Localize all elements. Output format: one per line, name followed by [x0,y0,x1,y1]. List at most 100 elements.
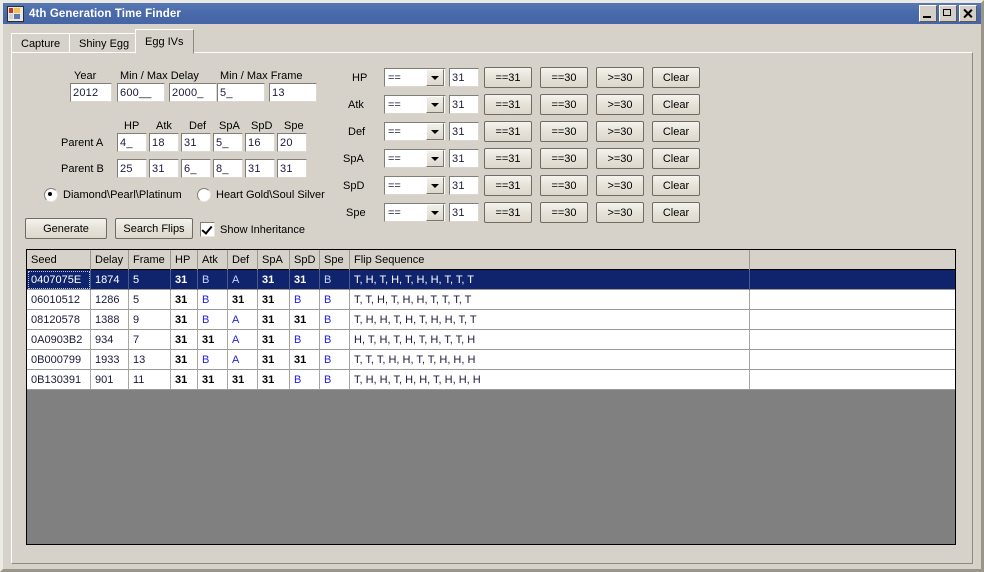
cell-hp: 31 [171,290,198,310]
filter-def-operator-select[interactable]: == [384,122,446,141]
parent-b-spd-input[interactable]: 31 [245,159,275,178]
parent-b-hp-input[interactable]: 25 [117,159,147,178]
cell-delay: 1874 [91,270,129,290]
radio-heart-gold-soul-silver[interactable]: Heart Gold\Soul Silver [197,188,325,202]
close-button[interactable] [959,5,977,22]
cell-flip-sequence: T, H, H, T, H, H, T, H, H, H [350,370,750,390]
filter-atk-preset-gte30[interactable]: >=30 [596,94,644,115]
filter-atk-clear-button[interactable]: Clear [652,94,700,115]
filter-def-preset-eq31[interactable]: ==31 [484,121,532,142]
table-row[interactable]: 06010512 1286 5 31 B 31 31 B B T, T, H, … [27,290,955,310]
filter-atk-value-input[interactable]: 31 [449,95,479,114]
filter-def-clear-button[interactable]: Clear [652,121,700,142]
filter-hp-operator-select[interactable]: == [384,68,446,87]
table-row[interactable]: 08120578 1388 9 31 B A 31 31 B T, H, H, … [27,310,955,330]
chevron-down-icon[interactable] [426,177,444,194]
chevron-down-icon[interactable] [426,96,444,113]
parent-a-spe-input[interactable]: 20 [277,133,307,152]
filter-atk-preset-eq30[interactable]: ==30 [540,94,588,115]
tab-capture-label: Capture [21,37,61,50]
column-header-flip-sequence[interactable]: Flip Sequence [350,250,750,270]
table-row[interactable]: 0B130391 901 11 31 31 31 31 B B T, H, H,… [27,370,955,390]
cell-frame: 9 [129,310,171,330]
search-flips-button[interactable]: Search Flips [115,218,193,239]
column-header-spd[interactable]: SpD [290,250,320,270]
filter-def-value-input[interactable]: 31 [449,122,479,141]
max-delay-input[interactable]: 2000_ [169,83,217,102]
minimize-button[interactable] [919,5,937,22]
year-input[interactable]: 2012 [70,83,112,102]
tab-egg-ivs[interactable]: Egg IVs [135,29,194,54]
column-header-frame[interactable]: Frame [129,250,171,270]
max-frame-input[interactable]: 13 [269,83,317,102]
cell-flip-sequence: T, H, T, H, T, H, H, T, T, T [350,270,750,290]
parent-a-atk-input[interactable]: 18 [149,133,179,152]
parent-a-spd-input[interactable]: 16 [245,133,275,152]
column-header-delay[interactable]: Delay [91,250,129,270]
filter-spe-preset-eq31[interactable]: ==31 [484,202,532,223]
cell-def: A [228,270,258,290]
filter-hp-clear-button[interactable]: Clear [652,67,700,88]
column-header-def[interactable]: Def [228,250,258,270]
cell-spa: 31 [258,330,290,350]
chevron-down-icon[interactable] [426,123,444,140]
filter-hp-label: HP [352,72,368,84]
filter-def-preset-gte30[interactable]: >=30 [596,121,644,142]
filter-spa-clear-button[interactable]: Clear [652,148,700,169]
filter-spd-preset-gte30[interactable]: >=30 [596,175,644,196]
filter-spa-value-input[interactable]: 31 [449,149,479,168]
filter-atk-preset-eq31[interactable]: ==31 [484,94,532,115]
filter-spe-clear-button[interactable]: Clear [652,202,700,223]
filter-def-label: Def [348,126,366,138]
min-delay-input[interactable]: 600__ [117,83,165,102]
column-header-spa[interactable]: SpA [258,250,290,270]
column-header-spe[interactable]: Spe [320,250,350,270]
filter-spa-operator-select[interactable]: == [384,149,446,168]
filter-def-preset-eq30[interactable]: ==30 [540,121,588,142]
filter-hp-preset-eq31[interactable]: ==31 [484,67,532,88]
maximize-button[interactable] [939,5,957,22]
table-row[interactable]: 0A0903B2 934 7 31 31 A 31 B B H, T, H, T… [27,330,955,350]
filter-hp-value-input[interactable]: 31 [449,68,479,87]
parent-b-atk-input[interactable]: 31 [149,159,179,178]
filter-spd-clear-button[interactable]: Clear [652,175,700,196]
filter-spd-value-input[interactable]: 31 [449,176,479,195]
filter-spa-preset-eq31[interactable]: ==31 [484,148,532,169]
parent-b-def-input[interactable]: 6_ [181,159,211,178]
column-header-seed[interactable]: Seed [27,250,91,270]
cell-delay: 1286 [91,290,129,310]
radio-diamond-pearl-platinum[interactable]: Diamond\Pearl\Platinum [44,188,182,202]
checkbox-check-icon [200,222,215,237]
filter-spe-preset-gte30[interactable]: >=30 [596,202,644,223]
filter-spe-preset-eq30[interactable]: ==30 [540,202,588,223]
parent-b-spe-input[interactable]: 31 [277,159,307,178]
results-grid[interactable]: Seed Delay Frame HP Atk Def SpA SpD Spe … [26,249,956,545]
show-inheritance-checkbox[interactable]: Show Inheritance [200,222,305,237]
table-row[interactable]: 0407075E 1874 5 31 B A 31 31 B T, H, T, … [27,270,955,290]
filter-spd-preset-eq30[interactable]: ==30 [540,175,588,196]
parent-b-spa-input[interactable]: 8_ [213,159,243,178]
chevron-down-icon[interactable] [426,150,444,167]
filter-spd-operator-select[interactable]: == [384,176,446,195]
tab-shiny-egg[interactable]: Shiny Egg [69,33,140,53]
filter-spa-preset-eq30[interactable]: ==30 [540,148,588,169]
filter-hp-preset-gte30[interactable]: >=30 [596,67,644,88]
filter-hp-preset-eq30[interactable]: ==30 [540,67,588,88]
parent-a-spa-input[interactable]: 5_ [213,133,243,152]
filter-spd-preset-eq31[interactable]: ==31 [484,175,532,196]
filter-spa-preset-gte30[interactable]: >=30 [596,148,644,169]
filter-atk-operator-select[interactable]: == [384,95,446,114]
parent-a-hp-input[interactable]: 4_ [117,133,147,152]
chevron-down-icon[interactable] [426,204,444,221]
table-row[interactable]: 0B000799 1933 13 31 B A 31 31 B T, T, T,… [27,350,955,370]
parent-a-def-input[interactable]: 31 [181,133,211,152]
cell-seed: 0407075E [27,270,91,290]
tab-capture[interactable]: Capture [11,33,71,53]
filter-spe-operator-select[interactable]: == [384,203,446,222]
column-header-atk[interactable]: Atk [198,250,228,270]
min-frame-input[interactable]: 5_ [217,83,265,102]
column-header-hp[interactable]: HP [171,250,198,270]
generate-button[interactable]: Generate [25,218,107,239]
chevron-down-icon[interactable] [426,69,444,86]
filter-spe-value-input[interactable]: 31 [449,203,479,222]
